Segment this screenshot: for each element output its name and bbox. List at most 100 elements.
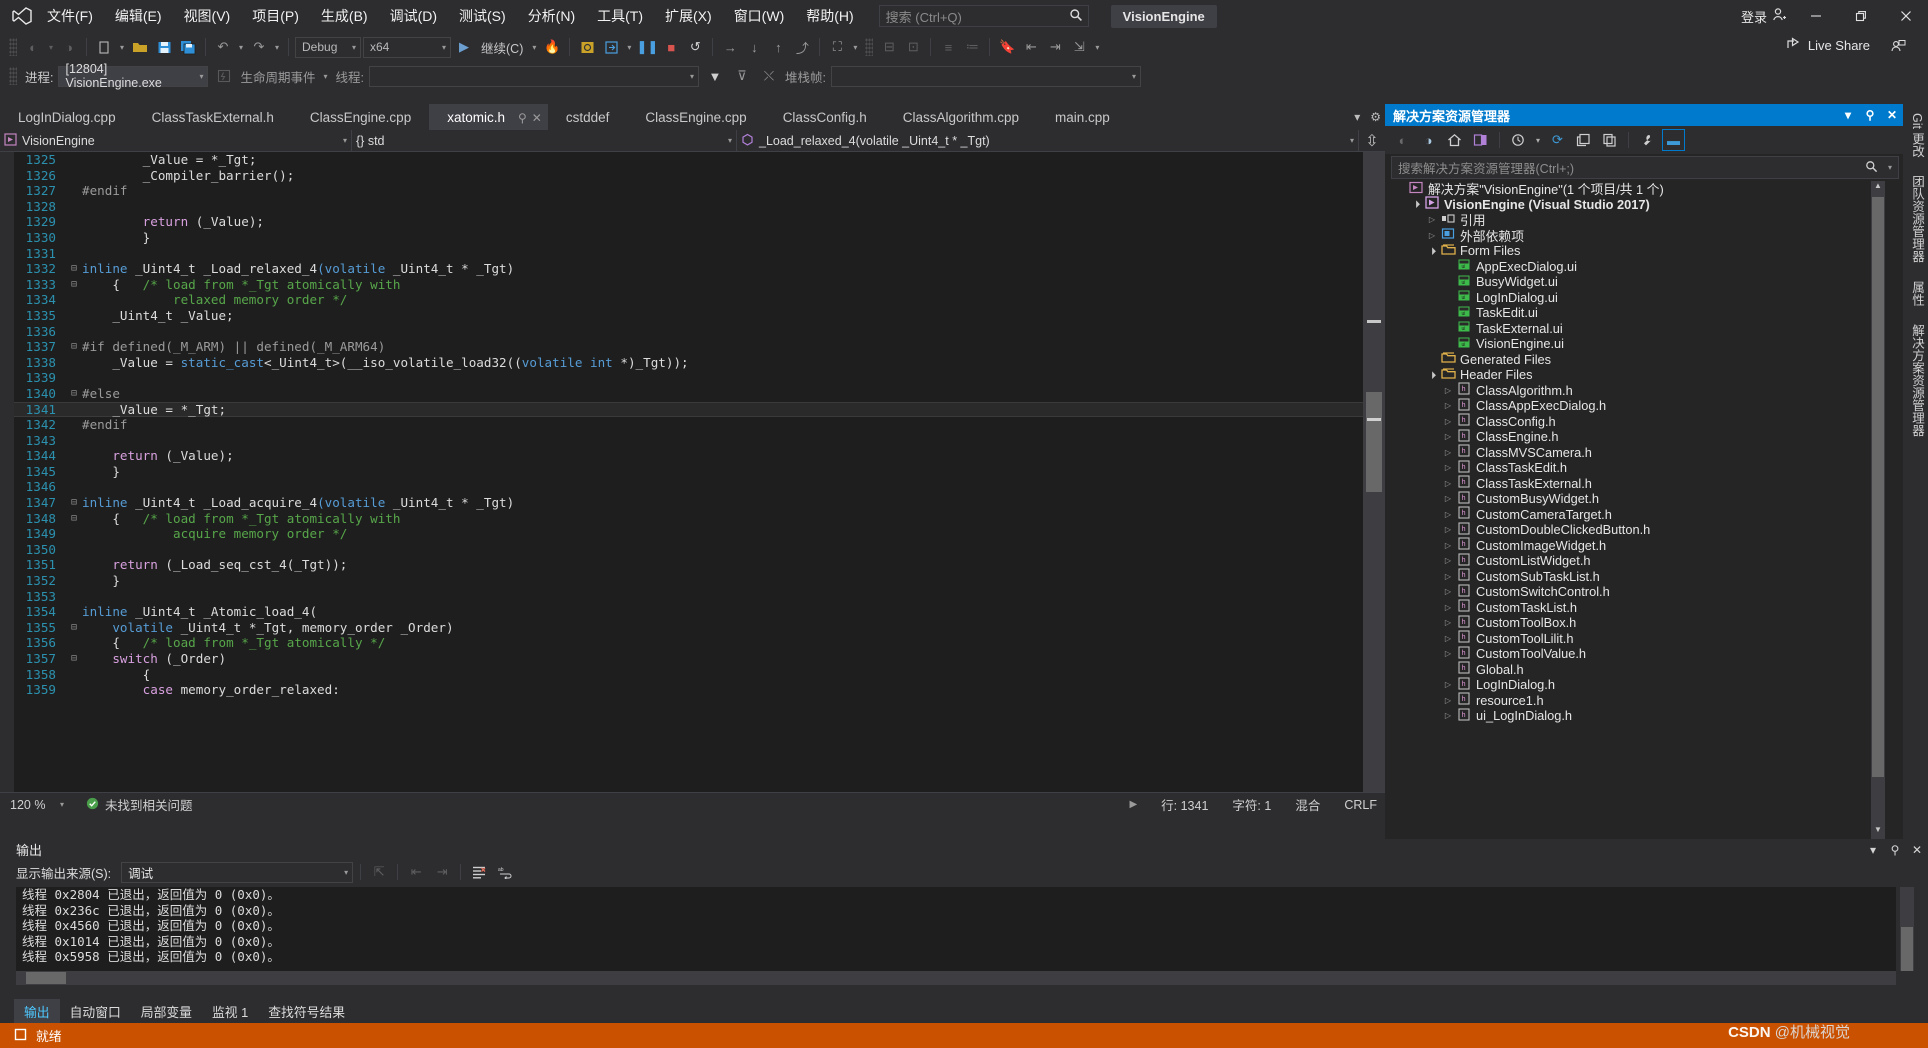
code-line[interactable]: 1349 acquire memory order */ <box>14 526 1363 542</box>
editor-tab[interactable]: ClassEngine.cpp <box>292 104 429 130</box>
code-line[interactable]: 1326 _Compiler_barrier(); <box>14 168 1363 184</box>
fold-collapse-icon[interactable]: ⊟ <box>66 620 82 636</box>
pin-icon[interactable]: ⚲ <box>518 111 527 125</box>
code-line[interactable]: 1351 return (_Load_seq_cst_4(_Tgt)); <box>14 557 1363 573</box>
fold-collapse-icon[interactable]: ⊟ <box>66 651 82 667</box>
close-icon[interactable]: ✕ <box>1906 843 1928 857</box>
split-view-icon[interactable]: ⇳ <box>1359 130 1385 151</box>
clear-bookmarks-icon[interactable]: ⇲ <box>1068 36 1090 58</box>
solution-tree-item[interactable]: ▷ h ClassConfig.h <box>1385 413 1885 430</box>
menu-item-analyze[interactable]: 分析(N) <box>517 2 586 30</box>
step-out-icon[interactable]: ↑ <box>767 36 789 58</box>
navbar-namespace-select[interactable]: {} std ▾ <box>352 130 737 151</box>
chevron-down-icon[interactable]: ▾ <box>1354 110 1360 124</box>
solution-tree-item[interactable]: ▷ h LogInDialog.h <box>1385 677 1885 693</box>
tool-window-tab[interactable]: 输出 <box>14 999 60 1023</box>
solution-tree-item[interactable]: ui TaskExternal.ui <box>1385 321 1885 337</box>
code-line[interactable]: 1335 _Uint4_t _Value; <box>14 308 1363 324</box>
solution-tree-item[interactable]: ▷ h CustomTaskList.h <box>1385 599 1885 616</box>
preview-selected-file-icon[interactable]: ▬ <box>1662 129 1685 151</box>
chevron-collapsed-icon[interactable]: ▷ <box>1441 556 1455 565</box>
code-line[interactable]: 1333 ⊟ { /* load from *_Tgt atomically wi… <box>14 277 1363 293</box>
chevron-down-icon[interactable]: ▾ <box>1862 843 1884 857</box>
menu-item-test[interactable]: 测试(S) <box>448 2 517 30</box>
redo-dropdown-icon[interactable]: ▾ <box>272 36 282 58</box>
chevron-collapsed-icon[interactable]: ▷ <box>1441 525 1455 534</box>
chevron-collapsed-icon[interactable]: ▷ <box>1441 603 1455 612</box>
solution-search-input[interactable]: 搜索解决方案资源管理器(Ctrl+;) ▾ <box>1391 156 1899 179</box>
scroll-down-arrow-icon[interactable]: ▼ <box>1871 825 1885 839</box>
output-vertical-scrollbar[interactable] <box>1900 887 1914 971</box>
properties-icon[interactable] <box>1636 129 1659 151</box>
bookmark-icon[interactable]: 🔖 <box>996 36 1018 58</box>
menu-item-extensions[interactable]: 扩展(X) <box>654 2 723 30</box>
diagnostics-dropdown-icon[interactable]: ▾ <box>850 36 860 58</box>
tool-window-tab[interactable]: 局部变量 <box>131 999 202 1023</box>
refresh-icon[interactable]: ⟳ <box>1546 129 1569 151</box>
chevron-collapsed-icon[interactable]: ▷ <box>1441 572 1455 581</box>
solution-tree-item[interactable]: ◢ Header Files <box>1385 367 1885 383</box>
solution-tree-item[interactable]: ▷ h ClassMVSCamera.h <box>1385 444 1885 461</box>
solution-tree-item[interactable]: ▷ h CustomSwitchControl.h <box>1385 584 1885 600</box>
code-line[interactable]: 1348 ⊟ { /* load from *_Tgt atomically wi… <box>14 511 1363 527</box>
solution-tree-item[interactable]: h Global.h <box>1385 661 1885 678</box>
code-line[interactable]: 1359 case memory_order_relaxed: <box>14 682 1363 698</box>
forward-icon[interactable]: ◑ <box>1417 129 1440 151</box>
chevron-collapsed-icon[interactable]: ▷ <box>1441 634 1455 643</box>
pending-changes-icon[interactable] <box>1507 129 1530 151</box>
new-item-icon[interactable] <box>93 36 115 58</box>
navigate-back-icon[interactable]: ◐ <box>22 36 44 58</box>
pause-icon[interactable]: ❚❚ <box>636 36 658 58</box>
code-line[interactable]: 1350 <box>14 542 1363 558</box>
solution-tree-item[interactable]: ui BusyWidget.ui <box>1385 274 1885 290</box>
solution-tree-item[interactable]: ▷ h CustomImageWidget.h <box>1385 537 1885 554</box>
solution-configuration-select[interactable]: Debug ▾ <box>295 36 361 58</box>
code-line[interactable]: 1330 } <box>14 230 1363 246</box>
close-icon[interactable] <box>1883 0 1928 32</box>
chevron-down-icon[interactable]: ▾ <box>1837 108 1859 122</box>
fold-collapse-icon[interactable]: ⊟ <box>66 511 82 527</box>
code-line[interactable]: 1347 ⊟ inline _Uint4_t _Load_acquire_4(vol… <box>14 495 1363 511</box>
solution-tree-item[interactable]: Generated Files <box>1385 352 1885 368</box>
navigate-back-dropdown-icon[interactable]: ▾ <box>46 36 56 58</box>
menu-item-edit[interactable]: 编辑(E) <box>104 2 173 30</box>
new-item-dropdown-icon[interactable]: ▾ <box>117 36 127 58</box>
chevron-collapsed-icon[interactable]: ▷ <box>1425 215 1439 224</box>
toolbar-grip[interactable] <box>9 38 17 56</box>
tool-window-tab[interactable]: 监视 1 <box>202 999 258 1023</box>
chevron-collapsed-icon[interactable]: ▷ <box>1441 711 1455 720</box>
active-project-badge[interactable]: VisionEngine <box>1110 4 1217 28</box>
navbar-member-select[interactable]: _Load_relaxed_4(volatile _Uint4_t * _Tgt… <box>737 130 1359 151</box>
comment-icon[interactable]: ⊟ <box>878 36 900 58</box>
code-line[interactable]: 1342 #endif <box>14 417 1363 433</box>
continue-button-label[interactable]: 继续(C) <box>477 38 527 57</box>
show-all-files-icon[interactable] <box>1598 129 1621 151</box>
vertical-tab[interactable]: Git 更改 <box>1903 104 1928 166</box>
solution-tree-item[interactable]: ▷ h CustomSubTaskList.h <box>1385 568 1885 585</box>
collapse-all-icon[interactable] <box>1572 129 1595 151</box>
solution-tree-item[interactable]: 解决方案"VisionEngine"(1 个项目/共 1 个) <box>1385 181 1885 197</box>
next-bookmark-icon[interactable]: ⇥ <box>1044 36 1066 58</box>
menu-item-project[interactable]: 项目(P) <box>241 2 310 30</box>
code-line[interactable]: 1338 _Value = static_cast<_Uint4_t>(__is… <box>14 355 1363 371</box>
status-expand-icon[interactable]: ▶ <box>1129 799 1137 810</box>
clear-all-icon[interactable] <box>468 862 490 883</box>
no-filter-icon[interactable]: ⤬ <box>758 65 780 87</box>
go-prev-icon[interactable]: ⇤ <box>405 862 427 883</box>
solution-tree-item[interactable]: ▷ h CustomToolValue.h <box>1385 646 1885 662</box>
code-line[interactable]: 1352 } <box>14 573 1363 589</box>
scrollbar-thumb[interactable] <box>1901 927 1913 971</box>
solution-tree-item[interactable]: ▷ h CustomToolBox.h <box>1385 615 1885 631</box>
chevron-collapsed-icon[interactable]: ▷ <box>1441 479 1455 488</box>
play-icon[interactable]: ▶ <box>453 36 475 58</box>
live-share-button[interactable]: Live Share <box>1786 36 1870 54</box>
diagnostics-icon[interactable]: ⛶ <box>826 36 848 58</box>
save-all-icon[interactable] <box>177 36 199 58</box>
solution-tree-item[interactable]: ▷ h CustomCameraTarget.h <box>1385 506 1885 523</box>
editor-tab[interactable]: LogInDialog.cpp <box>0 104 134 130</box>
vertical-tab[interactable]: 团队资源管理器 <box>1903 166 1928 272</box>
code-line[interactable]: 1345 } <box>14 464 1363 480</box>
outdent-icon[interactable]: ≔ <box>961 36 983 58</box>
open-folder-icon[interactable] <box>129 36 151 58</box>
lifecycle-icon[interactable] <box>213 65 235 87</box>
